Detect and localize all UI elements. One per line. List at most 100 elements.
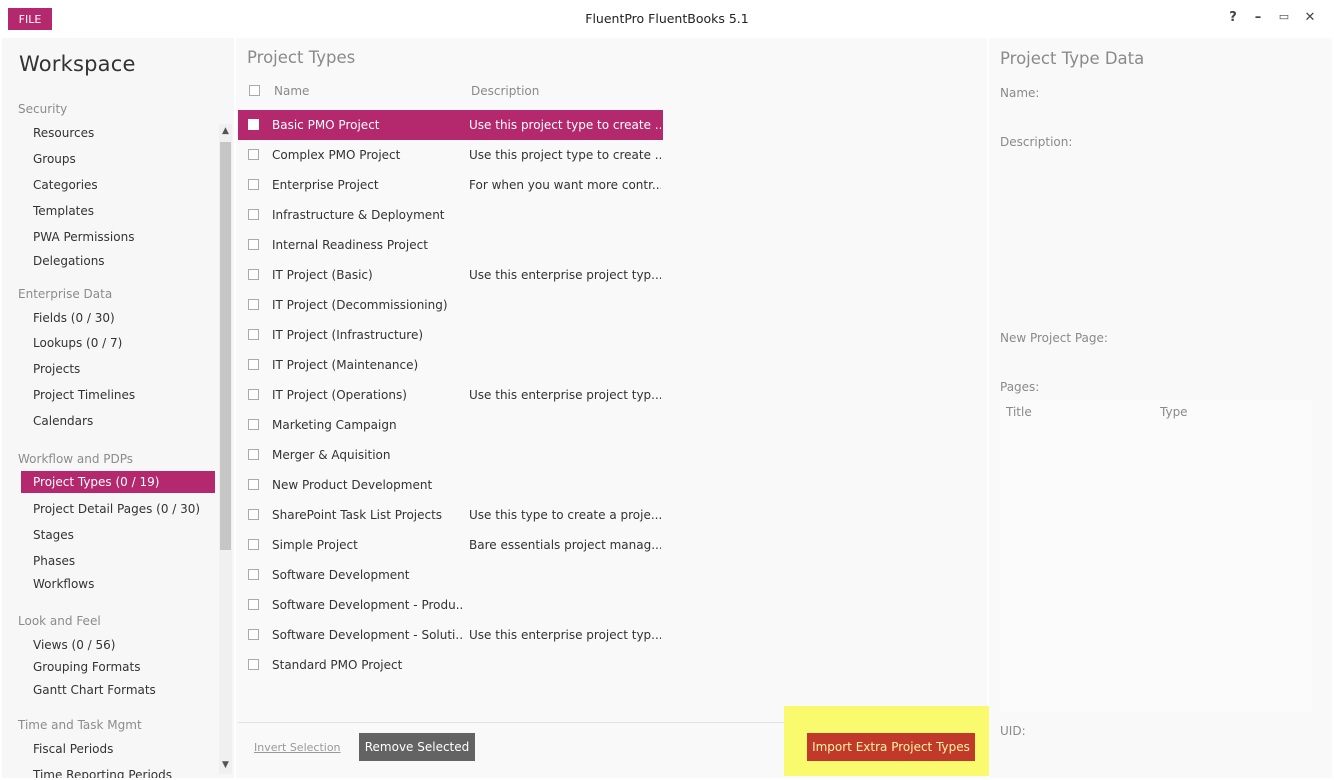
row-checkbox[interactable]: [248, 509, 259, 520]
pages-label: Pages:: [1000, 380, 1040, 394]
sidebar-scrollbar[interactable]: ▲ ▼: [219, 124, 232, 774]
remove-selected-button[interactable]: Remove Selected: [359, 733, 475, 761]
scroll-down-icon[interactable]: ▼: [219, 758, 232, 772]
import-extra-project-types-button[interactable]: Import Extra Project Types: [807, 733, 975, 761]
title-bar: FILE FluentPro FluentBooks 5.1 ? – ▭ ✕: [0, 0, 1334, 38]
nav-item-gantt-chart-formats[interactable]: Gantt Chart Formats: [2, 679, 215, 701]
new-project-page-label: New Project Page:: [1000, 331, 1108, 345]
row-name: IT Project (Basic): [272, 268, 373, 282]
table-row[interactable]: IT Project (Decommissioning): [238, 290, 663, 320]
restore-icon[interactable]: ▭: [1275, 10, 1293, 23]
pages-column-title[interactable]: Title: [1006, 405, 1032, 419]
row-checkbox[interactable]: [248, 119, 259, 130]
scrollbar-thumb[interactable]: [220, 142, 231, 550]
row-checkbox[interactable]: [248, 329, 259, 340]
nav-group-enterprise-data: Enterprise Data: [18, 287, 113, 301]
nav-item-lookups[interactable]: Lookups (0 / 7): [2, 332, 215, 354]
row-name: IT Project (Maintenance): [272, 358, 419, 372]
table-row[interactable]: IT Project (Infrastructure): [238, 320, 663, 350]
row-description: Use this project type to create ...: [469, 148, 661, 162]
row-name: IT Project (Decommissioning): [272, 298, 448, 312]
table-row[interactable]: Merger & Aquisition: [238, 440, 663, 470]
row-checkbox[interactable]: [248, 239, 259, 250]
row-checkbox[interactable]: [248, 599, 259, 610]
pages-column-type[interactable]: Type: [1160, 405, 1188, 419]
nav-item-resources[interactable]: Resources: [2, 122, 215, 144]
table-row[interactable]: New Product Development: [238, 470, 663, 500]
help-icon[interactable]: ?: [1224, 10, 1242, 25]
nav-item-groups[interactable]: Groups: [2, 148, 215, 170]
table-row[interactable]: Marketing Campaign: [238, 410, 663, 440]
row-description: Use this enterprise project typ...: [469, 628, 661, 642]
close-icon[interactable]: ✕: [1301, 10, 1319, 25]
table-row[interactable]: Basic PMO Project Use this project type t…: [238, 110, 663, 140]
invert-selection-link[interactable]: Invert Selection: [254, 741, 341, 754]
table-row[interactable]: SharePoint Task List Projects Use this ty…: [238, 500, 663, 530]
minimize-icon[interactable]: –: [1249, 10, 1267, 25]
nav-item-stages[interactable]: Stages: [2, 524, 215, 546]
row-checkbox[interactable]: [248, 539, 259, 550]
row-checkbox[interactable]: [248, 209, 259, 220]
select-all-checkbox[interactable]: [249, 85, 260, 96]
nav-item-project-types[interactable]: Project Types (0 / 19): [21, 471, 215, 493]
row-checkbox[interactable]: [248, 299, 259, 310]
row-checkbox[interactable]: [248, 659, 259, 670]
nav-item-time-reporting-periods[interactable]: Time Reporting Periods: [2, 764, 215, 778]
uid-label: UID:: [1000, 724, 1026, 738]
row-checkbox[interactable]: [248, 359, 259, 370]
table-row[interactable]: Enterprise Project For when you want more…: [238, 170, 663, 200]
nav-item-delegations[interactable]: Delegations: [2, 250, 215, 272]
nav-group-workflow-pdps: Workflow and PDPs: [18, 452, 134, 466]
table-row[interactable]: IT Project (Basic) Use this enterprise pr…: [238, 260, 663, 290]
nav-group-security: Security: [18, 102, 68, 116]
row-checkbox[interactable]: [248, 179, 259, 190]
row-checkbox[interactable]: [248, 479, 259, 490]
row-checkbox[interactable]: [248, 629, 259, 640]
nav-item-calendars[interactable]: Calendars: [2, 410, 215, 432]
nav-group-time-task-mgmt: Time and Task Mgmt: [18, 718, 142, 732]
column-header-description[interactable]: Description: [471, 84, 539, 98]
row-name: Simple Project: [272, 538, 358, 552]
nav-item-fiscal-periods[interactable]: Fiscal Periods: [2, 738, 215, 760]
nav-item-templates[interactable]: Templates: [2, 200, 215, 222]
row-checkbox[interactable]: [248, 449, 259, 460]
nav-item-views[interactable]: Views (0 / 56): [2, 634, 215, 656]
table-row[interactable]: IT Project (Operations) Use this enterpri…: [238, 380, 663, 410]
row-name: IT Project (Operations): [272, 388, 407, 402]
table-row[interactable]: Simple Project Bare essentials project ma…: [238, 530, 663, 560]
row-checkbox[interactable]: [248, 569, 259, 580]
workspace-title: Workspace: [19, 52, 136, 76]
row-checkbox[interactable]: [248, 149, 259, 160]
table-row[interactable]: Complex PMO Project Use this project type…: [238, 140, 663, 170]
nav-item-fields[interactable]: Fields (0 / 30): [2, 307, 215, 329]
table-row[interactable]: Internal Readiness Project: [238, 230, 663, 260]
nav-item-pwa-permissions[interactable]: PWA Permissions: [2, 226, 215, 248]
table-row[interactable]: Software Development - Produ...: [238, 590, 663, 620]
nav-item-project-timelines[interactable]: Project Timelines: [2, 384, 215, 406]
row-name: IT Project (Infrastructure): [272, 328, 424, 342]
row-description: Use this project type to create ...: [469, 118, 661, 132]
scroll-up-icon[interactable]: ▲: [219, 124, 232, 138]
row-name: SharePoint Task List Projects: [272, 508, 443, 522]
table-row[interactable]: Standard PMO Project: [238, 650, 663, 680]
row-checkbox[interactable]: [248, 269, 259, 280]
nav-item-projects[interactable]: Projects: [2, 358, 215, 380]
table-row[interactable]: IT Project (Maintenance): [238, 350, 663, 380]
column-header-name[interactable]: Name: [274, 84, 309, 98]
nav-item-grouping-formats[interactable]: Grouping Formats: [2, 656, 215, 678]
nav-item-categories[interactable]: Categories: [2, 174, 215, 196]
nav-item-project-detail-pages[interactable]: Project Detail Pages (0 / 30): [2, 498, 215, 520]
app-title: FluentPro FluentBooks 5.1: [585, 11, 749, 26]
row-description: For when you want more contr...: [469, 178, 661, 192]
row-name: Complex PMO Project: [272, 148, 401, 162]
table-row[interactable]: Software Development - Soluti... Use this…: [238, 620, 663, 650]
row-name: Software Development - Soluti...: [272, 628, 462, 642]
project-types-panel: Project Types Name Description Basic PMO…: [236, 38, 991, 778]
row-name: Merger & Aquisition: [272, 448, 391, 462]
row-checkbox[interactable]: [248, 419, 259, 430]
row-checkbox[interactable]: [248, 389, 259, 400]
nav-item-phases[interactable]: Phases: [2, 550, 215, 572]
nav-item-workflows[interactable]: Workflows: [2, 573, 215, 595]
table-row[interactable]: Software Development: [238, 560, 663, 590]
table-row[interactable]: Infrastructure & Deployment: [238, 200, 663, 230]
